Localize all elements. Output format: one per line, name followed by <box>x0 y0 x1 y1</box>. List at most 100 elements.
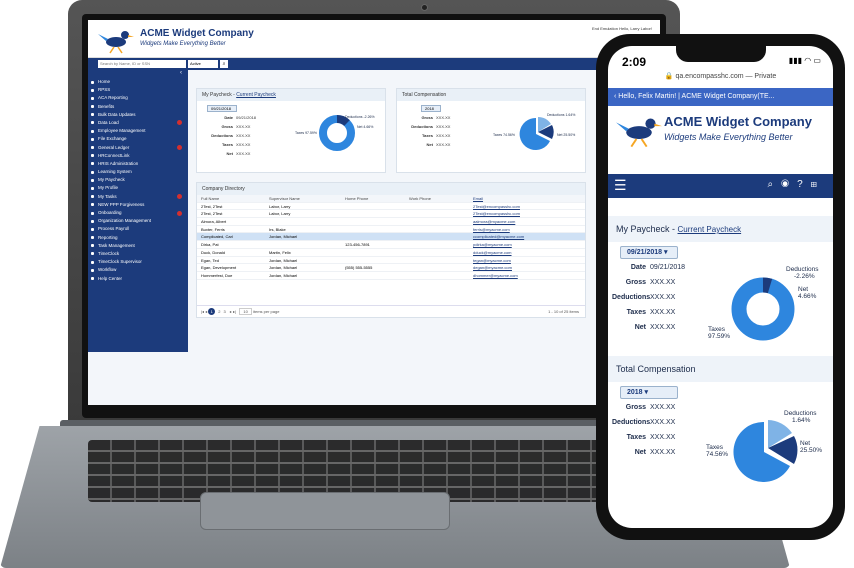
table-cell <box>409 241 473 248</box>
compensation-year-select[interactable]: 2018 <box>421 105 441 112</box>
summary-value: XXX.XX <box>650 449 676 456</box>
sidebar-item[interactable]: Process Payroll <box>88 225 188 233</box>
column-header[interactable]: Full Name <box>197 195 269 202</box>
search-scope-select[interactable]: Active <box>188 60 218 68</box>
menu-item-icon <box>91 211 94 215</box>
email-link[interactable]: degan@myacme.com <box>473 264 585 271</box>
page-number[interactable]: 2 <box>218 309 220 314</box>
sidebar-item[interactable]: RPSS <box>88 86 188 94</box>
email-link[interactable]: aalmora@myacme.com <box>473 218 585 225</box>
sidebar-item[interactable]: ACA Reporting <box>88 94 188 102</box>
table-row[interactable]: 2Test, 2Test Labor, Larry 2Test@encompassh… <box>197 210 585 219</box>
sidebar-item[interactable]: My Profile <box>88 184 188 192</box>
table-row[interactable]: Complicated, Carl Jordan, Michael ccomplic… <box>197 233 585 242</box>
table-row[interactable]: 2Test, 2Test Labor, Larry 2Test@encompassh… <box>197 203 585 211</box>
summary-value: XXX.XX <box>650 434 676 441</box>
column-header[interactable]: Work Phone <box>409 195 473 202</box>
email-link[interactable]: tegan@myacme.com <box>473 257 585 264</box>
table-row[interactable]: Egan, Development Jordan, Michael (555) 55… <box>197 264 585 272</box>
search-input[interactable]: Search by Name, ID or SSN <box>98 60 186 68</box>
paycheck-net-label: Net 4.66% <box>357 125 374 129</box>
menu-icon[interactable]: ☰ <box>614 178 627 192</box>
table-row[interactable]: Dirka, Pat 123-456-7891 pdirka@myacme.com <box>197 241 585 249</box>
sidebar-item[interactable]: Bulk Data Updates <box>88 111 188 119</box>
table-row[interactable]: Almora, Albert aalmora@myacme.com <box>197 218 585 226</box>
sidebar-item[interactable]: HRIS Administration <box>88 160 188 168</box>
phone-paycheck-taxes-value: 97.59% <box>708 333 731 341</box>
sidebar-item[interactable]: Home <box>88 78 188 86</box>
search-icon[interactable]: ⌕ <box>220 60 228 68</box>
help-icon[interactable]: ? <box>797 179 811 190</box>
menu-item-icon <box>91 105 94 109</box>
collapse-icon[interactable]: ‹ <box>88 70 188 78</box>
sidebar-item-label: Employee Management <box>98 128 146 134</box>
sidebar-item[interactable]: My Tasks <box>88 193 188 201</box>
page-number[interactable]: 3 <box>224 309 226 314</box>
sidebar-item[interactable]: TimeClock <box>88 250 188 258</box>
table-row[interactable]: Egan, Ted Jordan, Michael tegan@myacme.com <box>197 257 585 265</box>
email-link[interactable]: ccomplicated@myacme.com <box>473 233 585 240</box>
sidebar-item[interactable]: Benefits <box>88 103 188 111</box>
table-row[interactable]: Buxter, Ferris Irs, Blake ferris@myacme.co… <box>197 226 585 234</box>
paycheck-date-select[interactable]: 09/21/2018 <box>207 105 237 112</box>
sidebar-item[interactable]: Help Center <box>88 275 188 283</box>
summary-value: XXX.XX <box>436 124 451 129</box>
paycheck-taxes-label: Taxes 97.59% <box>295 131 317 135</box>
phone-company-name: ACME Widget Company <box>664 114 812 129</box>
url-bar[interactable]: qa.encompasshc.com — Private <box>675 73 776 80</box>
email-link[interactable]: ferris@myacme.com <box>473 226 585 233</box>
top-links[interactable]: End Emulation Hello, Larry Labor! <box>592 26 652 31</box>
menu-item-icon <box>91 137 94 141</box>
email-link[interactable]: dhommer@myacme.com <box>473 272 585 279</box>
search-icon[interactable]: ⌕ <box>768 179 782 190</box>
sidebar-item[interactable]: Workflow <box>88 266 188 274</box>
page-size-select[interactable]: 10 <box>239 308 252 315</box>
sidebar-item[interactable]: TimeClock Supervisor <box>88 258 188 266</box>
table-row[interactable]: Duck, Donald Martin, Felix dduck@myacme.co… <box>197 249 585 257</box>
sidebar-item-label: TimeClock Supervisor <box>98 259 142 265</box>
sidebar-item[interactable]: Onboarding <box>88 209 188 217</box>
email-link[interactable]: 2Test@encompasshc.com <box>473 203 585 210</box>
menu-item-icon <box>91 88 94 92</box>
column-header[interactable]: Supervisor Name <box>269 195 345 202</box>
current-paycheck-link[interactable]: Current Paycheck <box>236 92 276 98</box>
sidebar-item[interactable]: General Ledger <box>88 144 188 152</box>
sidebar-item[interactable]: HRConnectLink <box>88 152 188 160</box>
sidebar-item[interactable]: Learning System <box>88 168 188 176</box>
apps-grid-icon[interactable]: ⊞ <box>811 179 825 190</box>
table-cell: Irs, Blake <box>269 226 286 232</box>
sidebar-item[interactable]: Employee Management <box>88 127 188 135</box>
table-cell <box>409 210 473 217</box>
summary-label: Deductions <box>211 133 233 138</box>
sidebar-item[interactable]: Data Load <box>88 119 188 127</box>
table-cell: Labor, Larry <box>269 211 291 217</box>
sidebar-item[interactable]: My Paycheck <box>88 176 188 184</box>
sidebar-item[interactable]: Reporting <box>88 234 188 242</box>
column-header[interactable]: Home Phone <box>345 195 409 202</box>
menu-item-icon <box>91 260 94 264</box>
summary-row: Date 09/21/2018 <box>612 264 685 271</box>
sidebar-item[interactable]: Organization Management <box>88 217 188 225</box>
phone-current-paycheck-link[interactable]: Current Paycheck <box>678 225 742 234</box>
email-link[interactable]: dduck@myacme.com <box>473 249 585 256</box>
table-cell: Jordan, Michael <box>269 265 298 271</box>
sidebar-item[interactable]: Task Management <box>88 242 188 250</box>
summary-row: DeductionsXXX.XX <box>205 133 250 138</box>
next-page-icon[interactable]: ▸ ▸| <box>230 309 236 314</box>
phone-compensation-year-select[interactable]: 2018 ▾ <box>620 386 678 399</box>
phone-paycheck-date-select[interactable]: 09/21/2018 ▾ <box>620 246 678 259</box>
page-number[interactable]: 1 <box>208 308 216 315</box>
menu-item-icon <box>91 195 94 199</box>
column-header[interactable]: Email <box>473 195 585 202</box>
email-link[interactable]: pdirka@myacme.com <box>473 241 585 248</box>
email-link[interactable]: 2Test@encompasshc.com <box>473 210 585 217</box>
sidebar-item[interactable]: NEW PPP Forgiveness <box>88 201 188 209</box>
menu-item-icon <box>91 129 94 133</box>
phone-paycheck-net-label: Net <box>798 286 809 293</box>
palette-icon[interactable]: ◉ <box>781 179 797 190</box>
phone-screen: 2:09 ▮▮▮ ◠ ▭ 🔒 qa.encompasshc.com — Priva… <box>608 46 833 528</box>
phone-compensation-deductions-value: 1.64% <box>792 417 811 425</box>
sidebar-item[interactable]: File Exchange <box>88 135 188 143</box>
summary-label: Net <box>634 324 646 331</box>
table-row[interactable]: Hommerfest, Doe Jordan, Michael dhommer@my… <box>197 272 585 280</box>
